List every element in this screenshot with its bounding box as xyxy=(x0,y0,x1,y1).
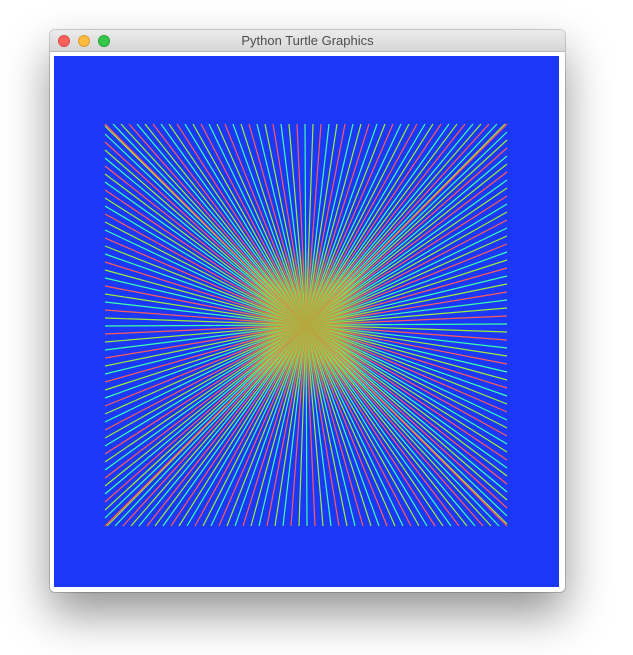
center-glow xyxy=(226,245,386,405)
turtle-window: Python Turtle Graphics xyxy=(50,30,565,592)
title-bar[interactable]: Python Turtle Graphics xyxy=(50,30,565,52)
turtle-canvas-area[interactable] xyxy=(54,56,559,587)
window-title: Python Turtle Graphics xyxy=(241,33,374,48)
turtle-canvas[interactable] xyxy=(54,56,559,587)
